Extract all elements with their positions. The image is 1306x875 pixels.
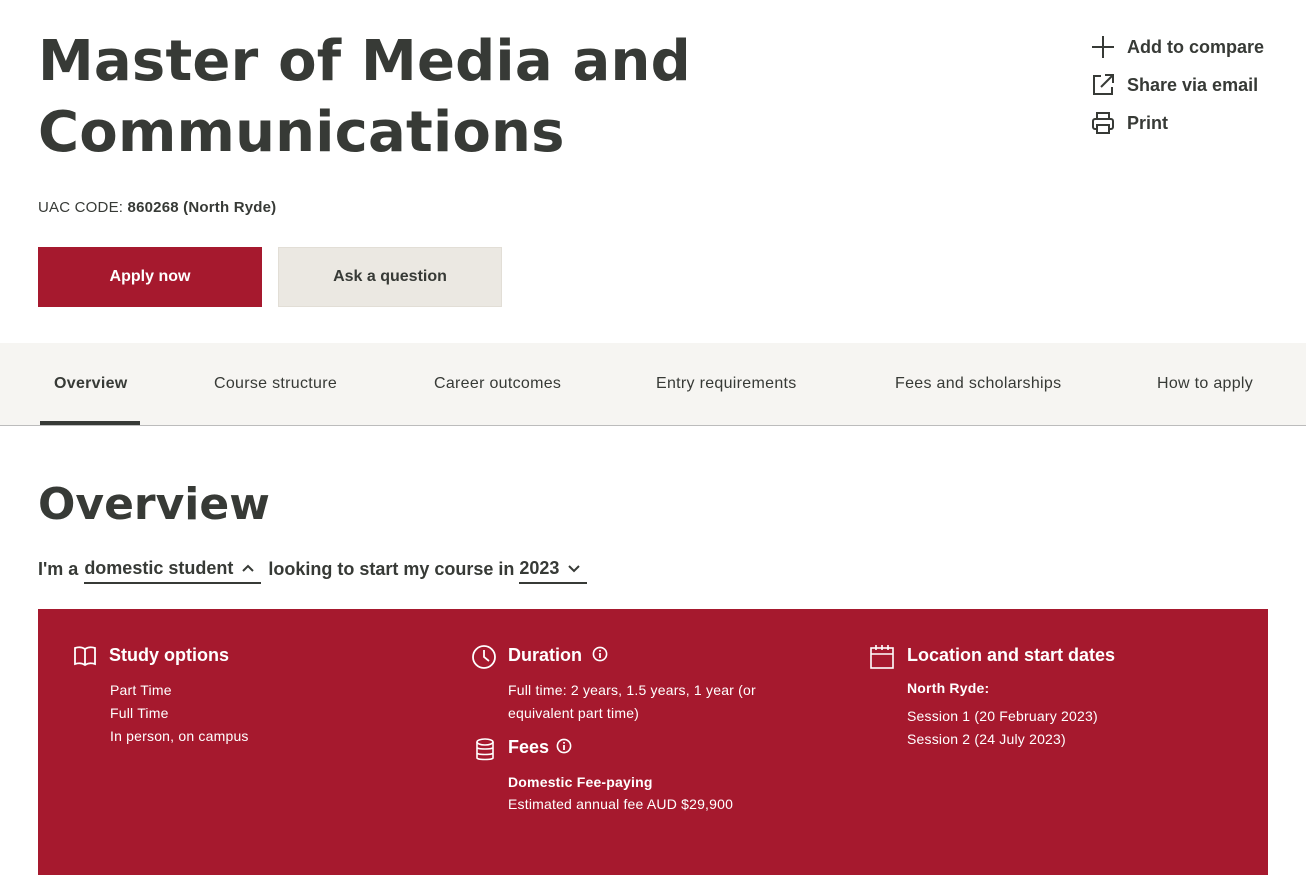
section-tabs: Overview Course structure Career outcome… — [0, 343, 1306, 426]
share-via-email-label: Share via email — [1127, 74, 1259, 95]
duration-title: Duration — [508, 645, 582, 665]
study-option-item: Full Time — [110, 705, 169, 721]
start-year-value: 2023 — [519, 558, 560, 578]
ask-a-question-button[interactable]: Ask a question — [278, 247, 502, 307]
external-link-icon — [1093, 74, 1114, 95]
study-option-item: Part Time — [110, 682, 172, 698]
active-tab-indicator — [40, 421, 140, 425]
page-title: Master of Media and Communications — [38, 26, 691, 168]
study-options-heading: Study options — [109, 645, 229, 666]
course-key-info-panel: Study options Part Time Full Time In per… — [38, 609, 1268, 875]
clock-icon — [472, 645, 496, 669]
uac-code-value: 860268 (North Ryde) — [127, 199, 277, 216]
tab-overview[interactable]: Overview — [54, 343, 128, 425]
print-label: Print — [1127, 112, 1169, 133]
study-option-item: In person, on campus — [110, 728, 249, 744]
duration-line-1: Full time: 2 years, 1.5 years, 1 year (o… — [508, 682, 756, 698]
student-type-dropdown[interactable]: domestic student — [84, 556, 262, 584]
fee-estimate: Estimated annual fee AUD $29,900 — [508, 796, 734, 812]
print-button[interactable]: Print — [1090, 104, 1264, 142]
sentence-prefix: I'm a — [38, 559, 79, 579]
page-title-line-1: Master of Media and — [38, 29, 691, 94]
fee-type: Domestic Fee-paying — [508, 774, 653, 790]
location-heading: Location and start dates — [907, 645, 1115, 666]
fees-heading: Fees — [508, 737, 549, 758]
session-item: Session 2 (24 July 2023) — [907, 731, 1066, 747]
course-filter-sentence: I'm a domestic student looking to start … — [38, 556, 588, 584]
page-title-line-2: Communications — [38, 100, 565, 165]
chevron-up-icon — [242, 564, 255, 572]
add-to-compare-button[interactable]: Add to compare — [1090, 28, 1264, 66]
tab-career-outcomes[interactable]: Career outcomes — [434, 343, 561, 425]
start-year-dropdown[interactable]: 2023 — [519, 556, 588, 584]
location-title: Location and start dates — [907, 645, 1116, 665]
session-item: Session 1 (20 February 2023) — [907, 708, 1098, 724]
apply-now-button[interactable]: Apply now — [38, 247, 262, 307]
tab-entry-requirements[interactable]: Entry requirements — [656, 343, 797, 425]
study-options-title: Study options — [109, 645, 229, 665]
campus-name: North Ryde: — [907, 680, 990, 696]
fees-title: Fees — [508, 737, 550, 757]
duration-line-2: equivalent part time) — [508, 705, 640, 721]
book-icon — [74, 646, 96, 667]
coins-icon — [476, 738, 494, 761]
calendar-icon — [870, 645, 894, 669]
uac-code-label: UAC CODE: — [38, 199, 124, 216]
add-to-compare-label: Add to compare — [1127, 36, 1265, 57]
duration-heading: Duration — [508, 645, 582, 666]
tab-fees-and-scholarships[interactable]: Fees and scholarships — [895, 343, 1061, 425]
student-type-value: domestic student — [84, 558, 234, 578]
tab-course-structure[interactable]: Course structure — [214, 343, 337, 425]
page-actions: Add to compare Share via email Print — [1090, 28, 1264, 142]
overview-heading: Overview — [38, 479, 270, 530]
printer-icon — [1092, 112, 1114, 134]
plus-icon — [1092, 36, 1114, 58]
chevron-down-icon — [568, 565, 581, 573]
duration-info-icon[interactable] — [592, 646, 608, 662]
sentence-middle: looking to start my course in — [268, 559, 515, 579]
uac-code: UAC CODE: 860268 (North Ryde) — [38, 199, 276, 216]
share-via-email-button[interactable]: Share via email — [1090, 66, 1264, 104]
fees-info-icon[interactable] — [556, 738, 572, 754]
tab-how-to-apply[interactable]: How to apply — [1157, 343, 1253, 425]
